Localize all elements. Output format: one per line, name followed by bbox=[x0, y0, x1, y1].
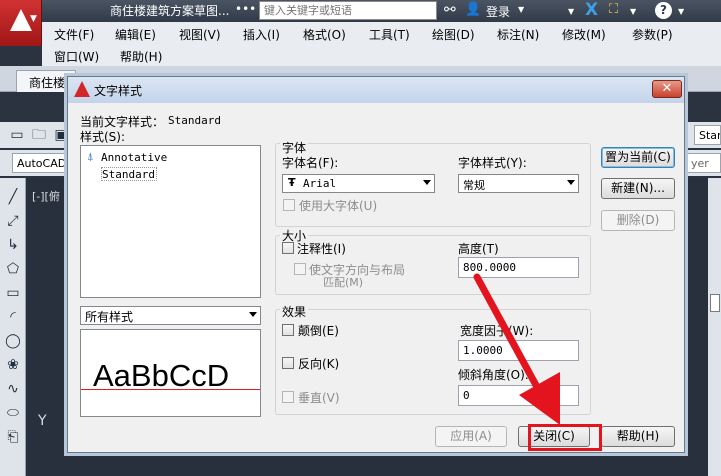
annotation-arrow-shaft bbox=[473, 273, 547, 402]
annotation-arrow-head bbox=[519, 372, 560, 425]
annotation-overlay bbox=[473, 273, 560, 425]
annotation-highlight-box bbox=[528, 424, 602, 451]
